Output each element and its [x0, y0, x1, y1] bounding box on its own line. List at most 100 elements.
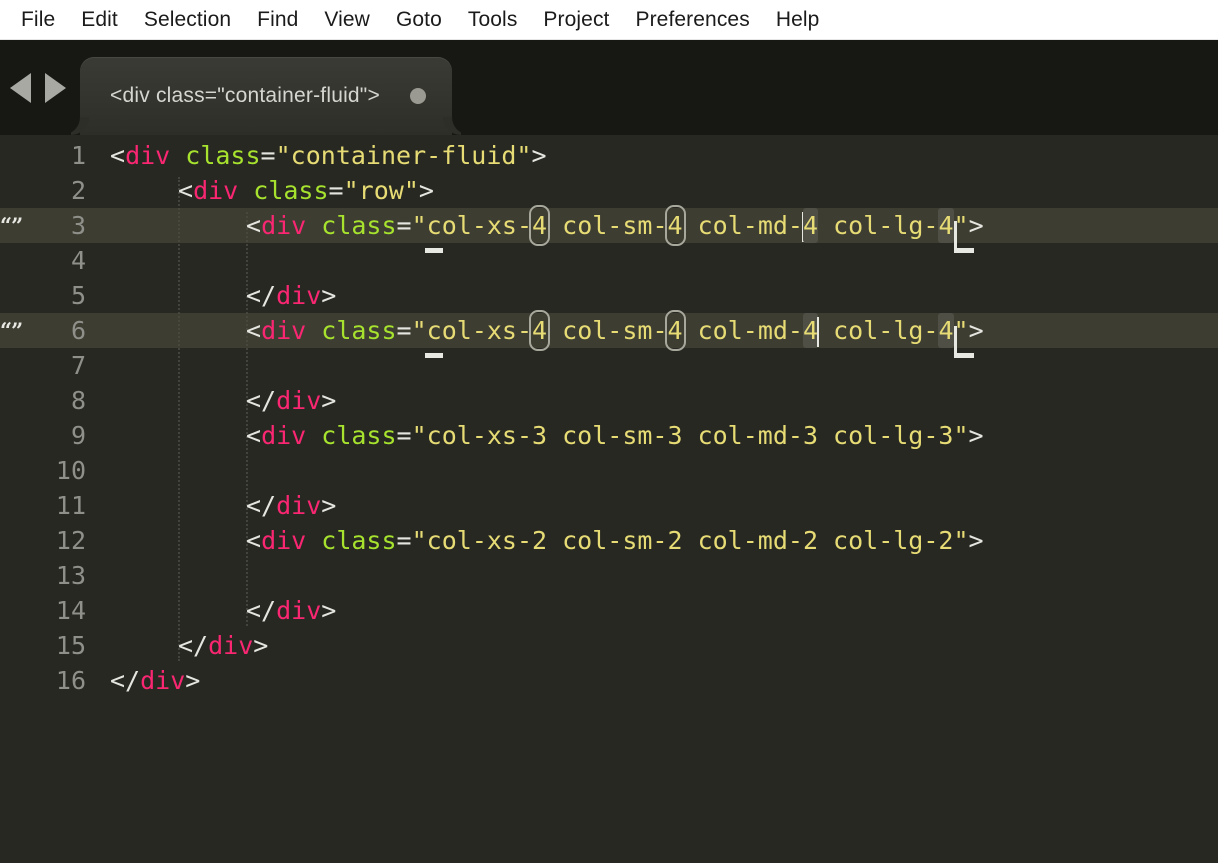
token-str: "container-fluid"	[275, 141, 532, 170]
code-text: </div>	[246, 278, 336, 313]
tab-navigation	[0, 40, 66, 135]
line-content[interactable]	[98, 348, 1218, 383]
code-line[interactable]: 1 <div class="container-fluid">	[0, 138, 1218, 173]
code-line[interactable]: 10	[0, 453, 1218, 488]
line-content[interactable]: </div>	[98, 593, 1218, 628]
line-gutter: 2	[0, 173, 98, 208]
menu-item-selection[interactable]: Selection	[131, 0, 244, 39]
token-str: "	[411, 211, 427, 240]
token-punc: >	[968, 421, 984, 450]
token-eq: =	[396, 526, 412, 555]
line-content[interactable]: </div>	[98, 488, 1218, 523]
token-tag: div	[261, 421, 307, 450]
line-content[interactable]: <div class="row">	[98, 173, 1218, 208]
triangle-right-icon[interactable]	[45, 72, 66, 103]
code-line[interactable]: 14 </div>	[0, 593, 1218, 628]
triangle-left-icon[interactable]	[10, 72, 31, 103]
code-text: </div>	[178, 628, 268, 663]
line-gutter: 11	[0, 488, 98, 523]
line-gutter: 8	[0, 383, 98, 418]
code-line[interactable]: 9 <div class="col-xs-3 col-sm-3 col-md-3 …	[0, 418, 1218, 453]
menu-item-view[interactable]: View	[311, 0, 383, 39]
text-cursor	[817, 317, 820, 347]
line-content[interactable]: <div class="col-xs-4 col-sm-4 col-md-4 c…	[98, 205, 1218, 253]
line-content[interactable]: </div>	[98, 663, 1218, 698]
token-punc: >	[321, 281, 337, 310]
line-content[interactable]	[98, 453, 1218, 488]
menu-item-find[interactable]: Find	[244, 0, 311, 39]
line-content[interactable]: </div>	[98, 383, 1218, 418]
line-number: 16	[55, 666, 86, 695]
code-text: <div class="container-fluid">	[110, 138, 547, 173]
line-content[interactable]: </div>	[98, 628, 1218, 663]
sublime-text-window: File Edit Selection Find View Goto Tools Projec…	[0, 0, 1218, 863]
line-number: 13	[55, 561, 86, 590]
token-str: "	[411, 316, 427, 345]
token-punc: >	[321, 386, 337, 415]
menu-item-file[interactable]: File	[8, 0, 68, 39]
menu-item-help[interactable]: Help	[763, 0, 833, 39]
code-line[interactable]: 5 </div>	[0, 278, 1218, 313]
token-str: col-xs-	[426, 316, 533, 345]
selection-highlight: 4	[529, 205, 551, 246]
code-line[interactable]: “” 3 <div class="col-xs-4 col-sm-4 col-md-…	[0, 205, 1218, 253]
code-line[interactable]: 7	[0, 348, 1218, 383]
code-text: <div class="row">	[178, 173, 434, 208]
token-tag: div	[276, 596, 322, 625]
line-content[interactable]: <div class="col-xs-2 col-sm-2 col-md-2 c…	[98, 523, 1218, 558]
line-number: 14	[55, 596, 86, 625]
code-line[interactable]: 11 </div>	[0, 488, 1218, 523]
token-attr: class	[321, 316, 397, 345]
menu-item-project[interactable]: Project	[530, 0, 622, 39]
token-punc: >	[968, 526, 984, 555]
token-tag: div	[276, 386, 322, 415]
token-str: "col-xs-3 col-sm-3 col-md-3 col-lg-3"	[411, 421, 969, 450]
token-tag: div	[261, 211, 307, 240]
line-number: 8	[70, 386, 86, 415]
code-line[interactable]: 12 <div class="col-xs-2 col-sm-2 col-md-2…	[0, 523, 1218, 558]
line-content[interactable]: <div class="col-xs-4 col-sm-4 col-md-4 c…	[98, 310, 1218, 358]
token-punc: <	[178, 176, 194, 205]
code-text: <div class="col-xs-4 col-sm-4 col-md-4 c…	[246, 310, 984, 358]
menu-item-edit[interactable]: Edit	[68, 0, 131, 39]
quote-marker-icon[interactable]: “”	[0, 313, 23, 348]
token-punc: >	[253, 631, 269, 660]
line-content[interactable]: <div class="container-fluid">	[98, 138, 1218, 173]
code-text: </div>	[246, 383, 336, 418]
line-content[interactable]: </div>	[98, 278, 1218, 313]
tab-title: <div class="container-fluid">	[110, 84, 380, 107]
line-content[interactable]	[98, 558, 1218, 593]
menu-item-tools[interactable]: Tools	[455, 0, 531, 39]
token-punc: >	[968, 211, 984, 240]
line-number: 7	[70, 351, 86, 380]
selection-highlight: 4	[529, 310, 551, 351]
menu-item-goto[interactable]: Goto	[383, 0, 455, 39]
menu-item-preferences[interactable]: Preferences	[622, 0, 762, 39]
line-content[interactable]: <div class="col-xs-3 col-sm-3 col-md-3 c…	[98, 418, 1218, 453]
token-str: col-lg-	[818, 316, 939, 345]
line-number: 3	[70, 211, 86, 240]
code-line[interactable]: 15 </div>	[0, 628, 1218, 663]
token-punc: </	[246, 386, 277, 415]
quote-marker-icon[interactable]: “”	[0, 208, 23, 243]
token-eq: =	[260, 141, 276, 170]
code-editor[interactable]: 1 <div class="container-fluid"> 2 <div clas…	[0, 135, 1218, 863]
code-line[interactable]: 8 </div>	[0, 383, 1218, 418]
code-line[interactable]: 16 </div>	[0, 663, 1218, 698]
token-str: col-lg-	[818, 211, 939, 240]
editor-tab[interactable]: <div class="container-fluid">	[80, 57, 452, 135]
code-line[interactable]: “” 6 <div class="col-xs-4 col-sm-4 col-md-…	[0, 310, 1218, 358]
unsaved-dot-icon[interactable]	[409, 88, 426, 104]
line-gutter: 7	[0, 348, 98, 383]
code-line[interactable]: 4	[0, 243, 1218, 278]
code-line[interactable]: 2 <div class="row">	[0, 173, 1218, 208]
line-content[interactable]	[98, 243, 1218, 278]
line-gutter: 5	[0, 278, 98, 313]
token-punc: >	[968, 316, 984, 345]
token-attr: class	[253, 176, 329, 205]
code-line[interactable]: 13	[0, 558, 1218, 593]
